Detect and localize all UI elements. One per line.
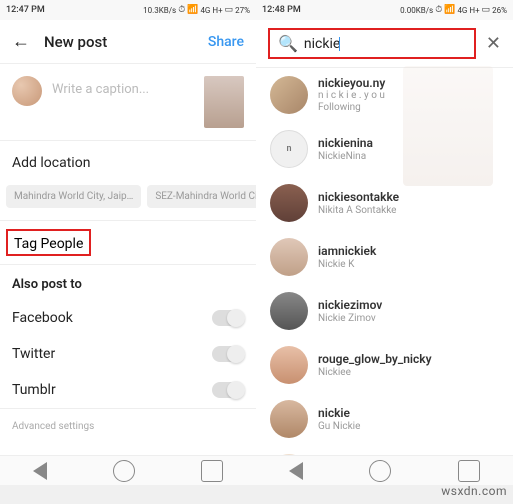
result-username: iamnickiek: [318, 244, 376, 258]
avatar: [270, 400, 308, 438]
signal-icon: 📶: [187, 5, 198, 15]
avatar: [270, 292, 308, 330]
result-username: nickienina: [318, 136, 373, 150]
status-time: 12:47 PM: [6, 5, 45, 15]
toggle-label: Twitter: [12, 346, 55, 362]
status-bar: 12:47 PM 10.3KB/s ⏱ 📶 4G H+ ▭ 27%: [0, 0, 256, 20]
alarm-icon: ⏱: [178, 5, 185, 15]
result-row[interactable]: nickiesontakke Nikita A Sontakke: [256, 176, 513, 230]
result-display: Nickiee: [318, 367, 432, 379]
toggle-facebook: Facebook: [0, 300, 256, 336]
battery-icon: ▭: [482, 5, 491, 15]
result-username: nickie: [318, 406, 360, 420]
nav-back-icon[interactable]: [289, 462, 303, 480]
result-row[interactable]: iamnickiek Nickie K: [256, 230, 513, 284]
toggle-switch[interactable]: [212, 346, 244, 362]
nav-recent-icon[interactable]: [201, 460, 223, 482]
result-row[interactable]: nickie Gu Nickie: [256, 392, 513, 446]
toggle-label: Tumblr: [12, 382, 56, 398]
nav-recent-icon[interactable]: [458, 460, 480, 482]
nav-back-icon[interactable]: [33, 462, 47, 480]
result-display: Gu Nickie: [318, 421, 360, 433]
result-row[interactable]: rouge_glow_by_nicky Nickiee: [256, 338, 513, 392]
advanced-settings-link[interactable]: Advanced settings: [0, 409, 256, 444]
share-button[interactable]: Share: [208, 34, 244, 50]
search-results: nickieyou.ny n i c k i e . y o u Followi…: [256, 68, 513, 455]
result-row[interactable]: nickiezimov Nickie Zimov: [256, 284, 513, 338]
result-row[interactable]: nickie_berry_5 Her_Majesty👑: [256, 446, 513, 455]
alarm-icon: ⏱: [435, 5, 442, 15]
avatar: n: [270, 130, 308, 168]
result-following: Following: [318, 102, 385, 114]
result-row[interactable]: n nickienina NickieNina: [256, 122, 513, 176]
phone-new-post: 12:47 PM 10.3KB/s ⏱ 📶 4G H+ ▭ 27% ← New …: [0, 0, 256, 485]
location-chip[interactable]: Mahindra World City, Jaip…: [6, 185, 141, 208]
signal-icon: 📶: [444, 5, 455, 15]
back-icon[interactable]: ←: [12, 31, 30, 52]
phone-tag-search: 12:48 PM 0.00KB/s ⏱ 📶 4G H+ ▭ 26% 🔍 nick…: [256, 0, 513, 485]
text-cursor: [339, 37, 340, 51]
battery-icon: ▭: [225, 5, 234, 15]
result-display: Nikita A Sontakke: [318, 205, 399, 217]
tag-people-highlight: Tag People: [6, 229, 91, 256]
page-title: New post: [44, 33, 208, 51]
location-chip[interactable]: SEZ-Mahindra World City: [147, 185, 256, 208]
result-username: nickieyou.ny: [318, 76, 385, 90]
android-nav-bar: [256, 455, 513, 485]
location-suggestions: Mahindra World City, Jaip… SEZ-Mahindra …: [0, 185, 256, 220]
result-username: rouge_glow_by_nicky: [318, 352, 432, 366]
status-right: 10.3KB/s ⏱ 📶 4G H+ ▭ 27%: [143, 5, 250, 15]
toggle-label: Facebook: [12, 310, 73, 326]
add-location-row[interactable]: Add location: [0, 141, 256, 185]
nav-home-icon[interactable]: [369, 460, 391, 482]
avatar: [270, 346, 308, 384]
photo-thumbnail[interactable]: [204, 76, 244, 128]
result-username: nickiesontakke: [318, 190, 399, 204]
search-box-highlight: 🔍 nickie: [268, 28, 476, 59]
also-post-to-label: Also post to: [0, 265, 256, 300]
new-post-header: ← New post Share: [0, 20, 256, 64]
caption-input[interactable]: Write a caption...: [52, 76, 194, 97]
search-header: 🔍 nickie ✕: [256, 20, 513, 68]
close-icon[interactable]: ✕: [486, 33, 501, 54]
result-display: n i c k i e . y o u: [318, 90, 385, 102]
avatar: [270, 184, 308, 222]
result-row[interactable]: nickieyou.ny n i c k i e . y o u Followi…: [256, 68, 513, 122]
avatar: [270, 76, 308, 114]
search-input[interactable]: nickie: [304, 36, 466, 52]
result-display: Nickie K: [318, 259, 376, 271]
toggle-tumblr: Tumblr: [0, 372, 256, 408]
user-avatar[interactable]: [12, 76, 42, 106]
watermark: wsxdn.com: [441, 484, 507, 498]
android-nav-bar: [0, 455, 256, 485]
status-bar: 12:48 PM 0.00KB/s ⏱ 📶 4G H+ ▭ 26%: [256, 0, 513, 20]
status-right: 0.00KB/s ⏱ 📶 4G H+ ▭ 26%: [400, 5, 507, 15]
toggle-switch[interactable]: [212, 310, 244, 326]
toggle-switch[interactable]: [212, 382, 244, 398]
status-time: 12:48 PM: [262, 5, 301, 15]
caption-row: Write a caption...: [0, 64, 256, 140]
result-display: NickieNina: [318, 151, 373, 163]
result-username: nickiezimov: [318, 298, 382, 312]
avatar: [270, 238, 308, 276]
search-icon: 🔍: [278, 34, 298, 53]
tag-people-row[interactable]: Tag People: [14, 236, 83, 252]
nav-home-icon[interactable]: [113, 460, 135, 482]
toggle-twitter: Twitter: [0, 336, 256, 372]
result-display: Nickie Zimov: [318, 313, 382, 325]
